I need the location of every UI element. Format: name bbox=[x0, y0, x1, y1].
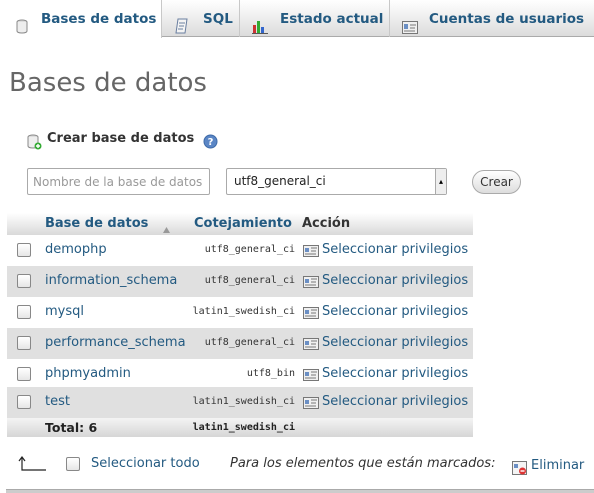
bulk-actions-bar: Seleccionar todo Para los elementos que … bbox=[0, 450, 594, 493]
tab-sql[interactable]: SQL bbox=[162, 0, 240, 37]
help-icon[interactable]: ? bbox=[203, 134, 218, 153]
privileges-label: Seleccionar privilegios bbox=[322, 366, 469, 381]
row-checkbox[interactable] bbox=[17, 336, 31, 350]
privileges-label: Seleccionar privilegios bbox=[322, 335, 469, 350]
select-all-label[interactable]: Seleccionar todo bbox=[91, 456, 200, 471]
database-name-link[interactable]: information_schema bbox=[45, 273, 177, 288]
database-name-link[interactable]: phpmyadmin bbox=[45, 366, 131, 381]
database-name-link[interactable]: test bbox=[45, 394, 70, 409]
tab-label: Bases de datos bbox=[41, 11, 157, 27]
database-collation: utf8_bin bbox=[246, 368, 295, 379]
delete-button[interactable]: Eliminar bbox=[531, 458, 584, 473]
user-accounts-icon bbox=[402, 11, 418, 49]
column-header-database[interactable]: Base de datos bbox=[45, 216, 148, 231]
row-checkbox[interactable] bbox=[17, 274, 31, 288]
privileges-icon bbox=[303, 307, 319, 323]
with-selected-label: Para los elementos que están marcados: bbox=[230, 456, 496, 471]
database-collation: latin1_swedish_ci bbox=[192, 306, 295, 317]
new-database-icon bbox=[27, 134, 42, 154]
tab-databases[interactable]: Bases de datos bbox=[0, 0, 162, 38]
collation-select-value: utf8_general_ci bbox=[234, 174, 326, 188]
table-row: information_schema utf8_general_ci Selec… bbox=[7, 266, 473, 297]
top-tab-bar: Bases de datos SQL Estado actual Cuentas… bbox=[0, 0, 594, 38]
privileges-label: Seleccionar privilegios bbox=[322, 273, 469, 288]
total-collation: latin1_swedish_ci bbox=[192, 422, 295, 433]
row-checkbox[interactable] bbox=[17, 367, 31, 381]
privileges-label: Seleccionar privilegios bbox=[322, 304, 469, 319]
total-label: Total: 6 bbox=[45, 420, 98, 435]
privileges-icon bbox=[303, 369, 319, 385]
database-collation: utf8_general_ci bbox=[204, 244, 295, 255]
select-all-arrow-icon bbox=[17, 455, 47, 477]
database-name-link[interactable]: demophp bbox=[45, 242, 107, 257]
create-button[interactable]: Crear bbox=[472, 170, 521, 194]
privileges-icon bbox=[303, 397, 319, 413]
database-name-input[interactable] bbox=[27, 168, 210, 195]
privileges-icon bbox=[303, 276, 319, 292]
tab-status[interactable]: Estado actual bbox=[240, 0, 390, 37]
column-header-collation[interactable]: Cotejamiento bbox=[194, 216, 292, 231]
table-row: performance_schema utf8_general_ci Selec… bbox=[7, 328, 473, 359]
database-name-link[interactable]: performance_schema bbox=[45, 335, 186, 350]
dropdown-arrow-icon: ▴ bbox=[435, 169, 446, 194]
collation-select[interactable]: utf8_general_ci ▴ bbox=[226, 168, 447, 195]
status-chart-icon bbox=[252, 11, 268, 49]
database-icon bbox=[16, 11, 28, 49]
tab-label: Estado actual bbox=[280, 11, 384, 27]
sql-icon bbox=[175, 11, 189, 49]
table-total-row: Total: 6 latin1_swedish_ci bbox=[7, 418, 473, 437]
table-row: mysql latin1_swedish_ci Seleccionar priv… bbox=[7, 297, 473, 328]
privileges-label: Seleccionar privilegios bbox=[322, 394, 469, 409]
tab-user-accounts[interactable]: Cuentas de usuarios bbox=[390, 0, 594, 37]
create-database-label: Crear base de datos bbox=[47, 131, 195, 146]
row-checkbox[interactable] bbox=[17, 243, 31, 257]
table-row: test latin1_swedish_ci Seleccionar privi… bbox=[7, 387, 473, 418]
privileges-icon bbox=[303, 245, 319, 261]
column-header-action: Acción bbox=[302, 216, 351, 231]
select-all-checkbox[interactable] bbox=[66, 457, 80, 471]
privileges-icon bbox=[303, 338, 319, 354]
table-row: demophp utf8_general_ci Seleccionar priv… bbox=[7, 235, 473, 266]
table-header: Base de datos Cotejamiento Acción bbox=[7, 213, 473, 235]
tab-label: Cuentas de usuarios bbox=[429, 11, 585, 27]
tab-label: SQL bbox=[203, 11, 233, 27]
database-collation: utf8_general_ci bbox=[204, 337, 295, 348]
bottom-divider bbox=[6, 489, 594, 493]
row-checkbox[interactable] bbox=[17, 395, 31, 409]
page-title: Bases de datos bbox=[9, 68, 207, 98]
svg-text:?: ? bbox=[208, 137, 214, 148]
delete-icon[interactable] bbox=[512, 460, 527, 479]
database-name-link[interactable]: mysql bbox=[45, 304, 84, 319]
row-checkbox[interactable] bbox=[17, 305, 31, 319]
database-collation: latin1_swedish_ci bbox=[192, 396, 295, 407]
table-row: phpmyadmin utf8_bin Seleccionar privileg… bbox=[7, 359, 473, 390]
database-collation: utf8_general_ci bbox=[204, 275, 295, 286]
privileges-label: Seleccionar privilegios bbox=[322, 242, 469, 257]
